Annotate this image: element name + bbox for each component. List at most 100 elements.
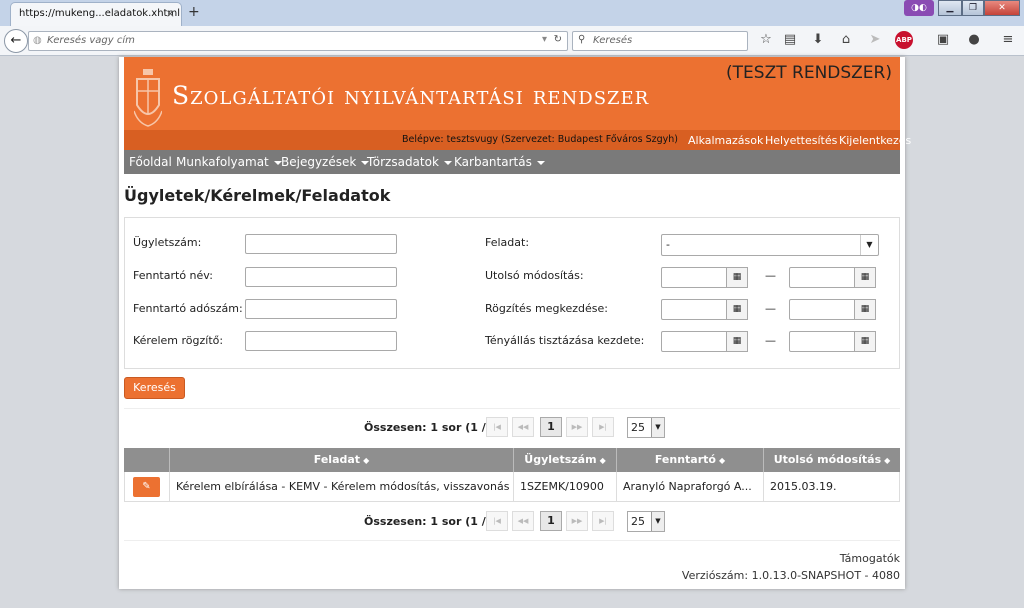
calendar-icon[interactable]: ▦ [855, 267, 876, 288]
page-button-current[interactable]: 1 [540, 417, 562, 437]
utolso-modositas-to-input[interactable] [789, 267, 855, 288]
sort-icon: ◆ [599, 456, 606, 465]
adblock-icon[interactable]: ABP [895, 31, 913, 49]
menu-torzsadatok[interactable]: Törzsadatok [367, 155, 452, 169]
kerelem-rogzito-input[interactable] [245, 331, 397, 351]
feladat-select[interactable]: - ▼ [661, 234, 879, 256]
label-ugyletszam: Ügyletszám: [133, 236, 202, 249]
menu-munkafolyamat[interactable]: Munkafolyamat [176, 155, 282, 169]
menu-karbantartas-label: Karbantartás [454, 155, 532, 169]
search-icon: ⚲ [578, 34, 586, 45]
utolso-modositas-from-input[interactable] [661, 267, 727, 288]
page-size-value: 25 [631, 421, 645, 434]
table-header: Feladat ◆ Ügyletszám ◆ Fenntartó ◆ Utolsó m… [124, 448, 900, 472]
url-bar[interactable]: ◍ Keresés vagy cím ▾ ↻ [28, 31, 568, 51]
calendar-icon[interactable]: ▦ [727, 267, 748, 288]
minimize-window-button[interactable]: ▁ [938, 0, 962, 16]
link-tamogatok[interactable]: Támogatók [840, 552, 900, 565]
close-tab-icon[interactable]: × [166, 7, 175, 20]
sort-icon: ◆ [884, 456, 891, 465]
calendar-icon[interactable]: ▦ [855, 331, 876, 352]
share-icon[interactable]: ➤ [866, 31, 884, 49]
col-actions [124, 448, 170, 472]
link-kijelentkezes[interactable]: Kijelentkezés [839, 134, 911, 147]
edit-pencil-icon[interactable]: ✎ [133, 477, 160, 497]
prev-page-button[interactable]: ◀◀ [512, 511, 534, 531]
label-tenyallas: Tényállás tisztázása kezdete: [485, 334, 645, 347]
new-tab-button[interactable]: + [188, 4, 200, 20]
search-placeholder: Keresés [593, 35, 633, 46]
link-helyettesites[interactable]: Helyettesítés [765, 134, 837, 147]
label-feladat: Feladat: [485, 236, 530, 249]
page-button-current[interactable]: 1 [540, 511, 562, 531]
dropdown-arrow-icon: ▼ [651, 512, 664, 531]
page-size-value: 25 [631, 515, 645, 528]
tenyallas-from-input[interactable] [661, 331, 727, 352]
search-button[interactable]: Keresés [124, 377, 185, 399]
coat-of-arms-icon [134, 69, 162, 127]
menu-bejegyzesek[interactable]: Bejegyzések [281, 155, 370, 169]
browser-search-bar[interactable]: ⚲ Keresés [572, 31, 748, 51]
label-fenntarto-adoszam: Fenntartó adószám: [133, 302, 243, 315]
label-fenntarto-nev: Fenntartó név: [133, 269, 213, 282]
table-row: ✎ Kérelem elbírálása - KEMV - Kérelem mó… [124, 472, 900, 502]
chevron-down-icon [536, 160, 545, 165]
system-title: Szolgáltatói nyilvántartási rendszer [172, 81, 650, 110]
pager-summary: Összesen: 1 sor (1 / 1) [364, 421, 503, 434]
first-page-button[interactable]: |◀ [486, 511, 508, 531]
last-page-button[interactable]: ▶| [592, 417, 614, 437]
ugyletszam-input[interactable] [245, 234, 397, 254]
col-fenntarto-label: Fenntartó [654, 453, 716, 466]
banner: Szolgáltatói nyilvántartási rendszer (TE… [124, 57, 911, 150]
reload-icon[interactable]: ↻ [554, 34, 562, 45]
link-alkalmazasok[interactable]: Alkalmazások [688, 134, 763, 147]
menu-fooldal[interactable]: Főoldal [129, 155, 172, 169]
screenshot-icon[interactable]: ▣ [934, 31, 952, 49]
col-utolso-modositas[interactable]: Utolsó módosítás ◆ [764, 448, 900, 472]
col-feladat[interactable]: Feladat ◆ [170, 448, 514, 472]
pager-summary: Összesen: 1 sor (1 / 1) [364, 515, 503, 528]
hamburger-menu-icon[interactable]: ≡ [999, 31, 1017, 49]
tenyallas-to-input[interactable] [789, 331, 855, 352]
next-page-button[interactable]: ▶▶ [566, 511, 588, 531]
chat-icon[interactable]: ● [965, 31, 983, 49]
range-dash: — [765, 302, 776, 315]
calendar-icon[interactable]: ▦ [727, 331, 748, 352]
filter-panel: Ügyletszám: Fenntartó név: Fenntartó adó… [124, 217, 900, 369]
col-fenntarto[interactable]: Fenntartó ◆ [617, 448, 764, 472]
page-size-select[interactable]: 25 ▼ [627, 417, 665, 438]
prev-page-button[interactable]: ◀◀ [512, 417, 534, 437]
page-container: Szolgáltatói nyilvántartási rendszer (TE… [119, 57, 911, 589]
sort-icon: ◆ [363, 456, 370, 465]
page-title: Ügyletek/Kérelmek/Feladatok [124, 186, 391, 205]
fenntarto-adoszam-input[interactable] [245, 299, 397, 319]
rogzites-to-input[interactable] [789, 299, 855, 320]
pager-top: Összesen: 1 sor (1 / 1) |◀ ◀◀ 1 ▶▶ ▶| 25… [124, 408, 900, 446]
first-page-button[interactable]: |◀ [486, 417, 508, 437]
calendar-icon[interactable]: ▦ [727, 299, 748, 320]
fenntarto-nev-input[interactable] [245, 267, 397, 287]
dropdown-arrow-icon: ▼ [651, 418, 664, 437]
back-button[interactable]: ← [4, 29, 28, 53]
menu-munkafolyamat-label: Munkafolyamat [176, 155, 269, 169]
private-mask-icon: ◑◐ [904, 0, 934, 16]
sort-icon: ◆ [718, 456, 726, 465]
close-window-button[interactable]: ✕ [984, 0, 1020, 16]
download-icon[interactable]: ⬇ [809, 31, 827, 49]
menu-karbantartas[interactable]: Karbantartás [454, 155, 545, 169]
rogzites-from-input[interactable] [661, 299, 727, 320]
col-ugyletszam[interactable]: Ügyletszám ◆ [514, 448, 617, 472]
bookmark-star-icon[interactable]: ☆ [757, 31, 775, 49]
url-dropdown-icon[interactable]: ▾ [542, 34, 547, 45]
page-size-select[interactable]: 25 ▼ [627, 511, 665, 532]
calendar-icon[interactable]: ▦ [855, 299, 876, 320]
cell-feladat: Kérelem elbírálása - KEMV - Kérelem módo… [170, 472, 514, 501]
browser-tab[interactable]: https://mukeng...eladatok.xhtml × [10, 2, 182, 26]
reading-list-icon[interactable]: ▤ [781, 31, 799, 49]
col-ugyletszam-label: Ügyletszám [524, 453, 597, 466]
browser-titlebar: https://mukeng...eladatok.xhtml × + ◑◐ ▁… [0, 0, 1024, 26]
last-page-button[interactable]: ▶| [592, 511, 614, 531]
restore-window-button[interactable]: ❐ [962, 0, 984, 16]
home-icon[interactable]: ⌂ [837, 31, 855, 49]
next-page-button[interactable]: ▶▶ [566, 417, 588, 437]
